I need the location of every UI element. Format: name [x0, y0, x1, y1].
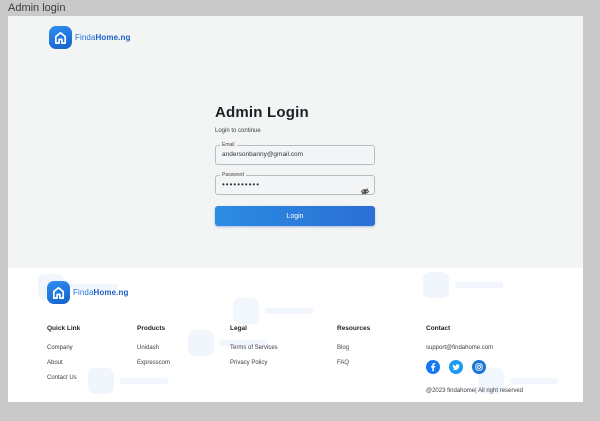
facebook-icon[interactable]	[426, 360, 440, 379]
page-subtitle: Login to continue	[215, 128, 261, 134]
watermark-logo	[233, 298, 313, 324]
password-label: Password	[220, 171, 246, 179]
copyright-text: @2023 findahome| All right reserved	[426, 388, 524, 394]
footer-column-resources: Resources Blog FAQ	[337, 325, 370, 375]
footer-link-terms[interactable]: Terms of Services	[230, 345, 278, 351]
footer-column-legal: Legal Terms of Services Privacy Policy	[230, 325, 278, 375]
toggle-visibility-icon[interactable]	[361, 182, 369, 200]
login-form: Admin Login Login to continue Email Pass…	[215, 104, 375, 226]
footer-brand-logo[interactable]: FindaHome.ng	[47, 281, 128, 304]
column-heading: Quick Link	[47, 325, 81, 332]
brand-logo[interactable]: FindaHome.ng	[49, 26, 130, 49]
twitter-icon[interactable]	[449, 360, 463, 379]
password-input[interactable]: ••••••••••	[222, 180, 357, 189]
window-title: Admin login	[8, 2, 66, 14]
footer-column-quick-link: Quick Link Company About Contact Us	[47, 325, 80, 390]
house-logo-icon	[49, 26, 72, 49]
site-footer: FindaHome.ng Quick Link Company About Co…	[8, 268, 583, 402]
footer-link-blog[interactable]: Blog	[337, 345, 370, 351]
footer-link-company[interactable]: Company	[47, 345, 80, 351]
column-heading: Legal	[230, 325, 247, 332]
admin-login-page: FindaHome.ng Admin Login Login to contin…	[8, 16, 583, 402]
column-heading: Products	[137, 325, 166, 332]
footer-link-expresscom[interactable]: Expresscom	[137, 360, 170, 366]
footer-link-contact-us[interactable]: Contact Us	[47, 375, 80, 381]
social-links	[426, 360, 523, 379]
page-title: Admin Login	[215, 104, 309, 121]
footer-link-support-email[interactable]: support@findahome.com	[426, 345, 523, 351]
email-input[interactable]	[222, 151, 357, 158]
house-logo-icon	[47, 281, 70, 304]
email-label: Email	[220, 141, 237, 149]
email-field[interactable]: Email	[215, 141, 375, 165]
password-field[interactable]: Password ••••••••••	[215, 171, 375, 195]
footer-column-products: Products Unidash Expresscom	[137, 325, 170, 375]
watermark-logo	[423, 272, 503, 298]
instagram-icon[interactable]	[472, 360, 486, 379]
brand-name: FindaHome.ng	[75, 33, 131, 42]
login-button[interactable]: Login	[215, 206, 375, 226]
column-heading: Contact	[426, 325, 451, 332]
footer-link-faq[interactable]: FAQ	[337, 360, 370, 366]
footer-link-unidash[interactable]: Unidash	[137, 345, 170, 351]
brand-name: FindaHome.ng	[73, 288, 129, 297]
footer-link-about[interactable]: About	[47, 360, 80, 366]
column-heading: Resources	[337, 325, 371, 332]
footer-link-privacy[interactable]: Privacy Policy	[230, 360, 278, 366]
footer-column-contact: Contact support@findahome.com @2023 find…	[426, 325, 523, 394]
